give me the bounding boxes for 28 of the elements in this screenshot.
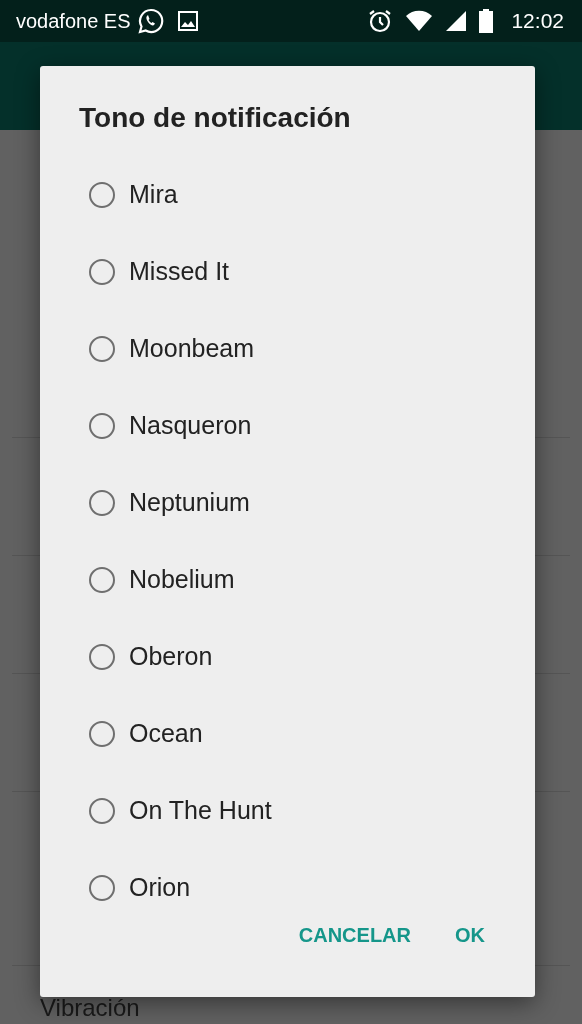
battery-icon	[479, 9, 494, 33]
clock-time: 12:02	[511, 9, 564, 33]
ringtone-option[interactable]: On The Hunt	[129, 796, 272, 825]
radio-button[interactable]	[89, 720, 115, 747]
ringtone-option[interactable]: Oberon	[129, 642, 213, 671]
wifi-icon	[405, 9, 434, 33]
ringtone-option[interactable]: Neptunium	[129, 488, 250, 517]
image-icon	[176, 10, 199, 32]
radio-button[interactable]	[89, 797, 115, 824]
ringtone-option[interactable]: Orion	[129, 873, 191, 902]
radio-button[interactable]	[89, 258, 115, 285]
radio-button[interactable]	[89, 489, 115, 516]
radio-button[interactable]	[89, 335, 115, 362]
ringtone-option[interactable]: Moonbeam	[129, 334, 255, 363]
chat-bubble-icon	[136, 7, 165, 35]
radio-button[interactable]	[89, 874, 115, 901]
signal-icon	[445, 10, 468, 32]
radio-button[interactable]	[89, 412, 115, 439]
radio-button[interactable]	[89, 181, 115, 208]
ringtone-option[interactable]: Missed It	[129, 257, 230, 286]
ringtone-option[interactable]: Nobelium	[129, 565, 235, 594]
radio-button[interactable]	[89, 566, 115, 593]
ringtone-option[interactable]: Mira	[129, 180, 178, 209]
ringtone-option[interactable]: Ocean	[129, 719, 203, 748]
ringtone-option[interactable]: Nasqueron	[129, 411, 252, 440]
radio-button[interactable]	[89, 643, 115, 670]
carrier-name: vodafone ES	[16, 9, 131, 33]
dialog-title: Tono de notificación	[78, 101, 352, 135]
